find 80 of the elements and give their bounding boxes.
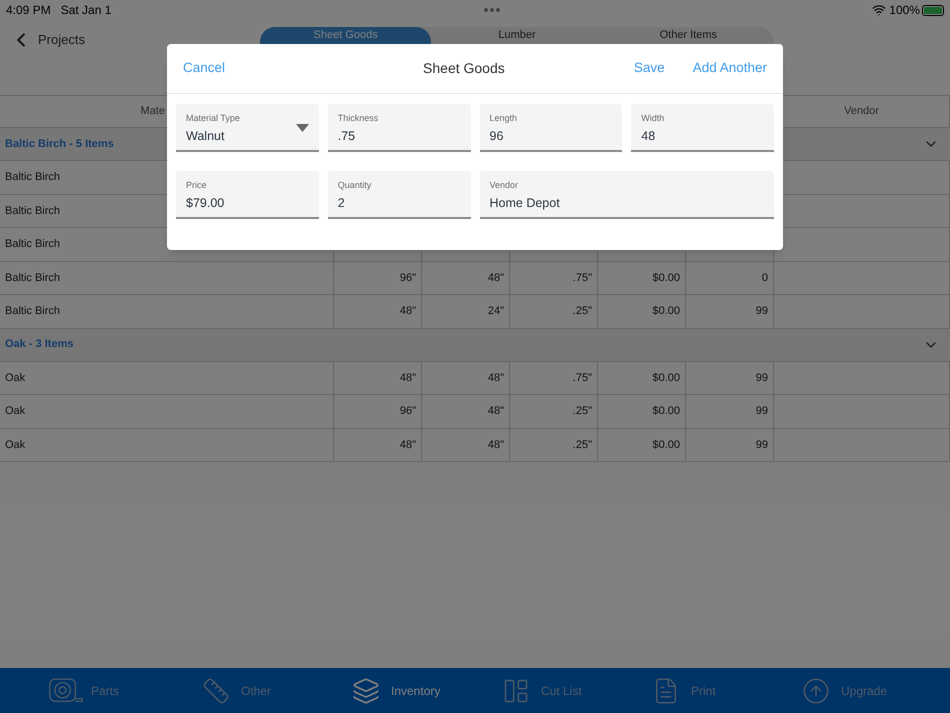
segment-tab[interactable]: Lumber — [431, 27, 603, 57]
table-cell-text: 48" — [488, 370, 504, 386]
bottom-tab[interactable]: Inventory — [349, 676, 451, 704]
status-time: 4:09 PM — [6, 2, 51, 19]
table-cell-text: 48" — [400, 438, 416, 452]
group-header[interactable]: Oak - 3 Items — [0, 328, 950, 362]
field-label: Vendor — [490, 179, 520, 191]
table-cell-text: .25" — [572, 438, 592, 452]
input-field[interactable]: Width 48 — [631, 104, 774, 152]
field-value: 2 — [338, 196, 345, 210]
segment-tab[interactable]: Other Items — [602, 27, 774, 57]
battery-percent: 100% — [889, 2, 920, 19]
table-cell-text: .75" — [572, 370, 592, 386]
bottom-tab[interactable]: Cut List — [499, 676, 601, 704]
field-value: Walnut — [186, 129, 224, 143]
table-cell-text: 99 — [756, 304, 768, 319]
column-header: Vendor — [844, 104, 879, 120]
table-cell-text: Oak — [5, 438, 26, 452]
table-cell-text: $0.00 — [652, 370, 680, 386]
table-cell-text: 96" — [400, 404, 416, 419]
battery-icon — [922, 4, 944, 16]
table-cell-text: 0 — [762, 270, 768, 286]
input-field[interactable]: Vendor Home Depot — [480, 171, 774, 219]
table-cell-text: Baltic Birch — [5, 170, 60, 185]
table-cell-text: Oak — [5, 370, 26, 386]
material-type-select[interactable]: Material Type Walnut — [176, 104, 319, 152]
field-label: Length — [490, 112, 518, 124]
bottom-tab[interactable]: Parts — [49, 676, 151, 704]
table-cell-text: .75" — [572, 270, 592, 286]
field-label: Material Type — [186, 112, 241, 124]
input-field[interactable]: Length 96 — [480, 104, 622, 152]
table-cell-text: 99 — [756, 438, 768, 452]
save-link[interactable]: Save — [634, 58, 665, 79]
field-value: $79.00 — [186, 196, 224, 210]
table-cell-text: $0.00 — [652, 304, 680, 319]
cancel-link[interactable]: Cancel — [183, 58, 226, 79]
field-value: .75 — [338, 129, 356, 143]
dialog-title: Sheet Goods — [423, 59, 505, 78]
table-cell-text: 99 — [756, 370, 768, 386]
table-cell-text: .25" — [572, 304, 592, 319]
group-title: Baltic Birch - 5 Items — [5, 136, 114, 152]
field-label: Quantity — [338, 179, 372, 191]
group-title: Oak - 3 Items — [5, 337, 74, 352]
table-cell-text: .25" — [572, 404, 592, 419]
wifi-icon — [872, 3, 886, 17]
table-cell-text: 48" — [488, 438, 504, 452]
field-value: 96 — [490, 129, 504, 143]
bottom-tab[interactable]: Print — [649, 676, 751, 704]
table-cell-text: $0.00 — [652, 438, 680, 452]
back-button[interactable]: Projects — [10, 29, 85, 51]
status-date: Sat Jan 1 — [60, 2, 112, 19]
bottom-tab[interactable]: Upgrade — [799, 676, 901, 704]
dropdown-caret-icon — [296, 124, 309, 132]
table-cell-text: 96" — [400, 270, 416, 286]
table-cell-text: $0.00 — [652, 404, 680, 419]
table-cell-text: Baltic Birch — [5, 204, 60, 218]
input-field[interactable]: Price $79.00 — [176, 171, 319, 219]
input-field[interactable]: Quantity 2 — [328, 171, 470, 219]
bottom-tab[interactable]: Other — [199, 676, 301, 704]
field-label: Price — [186, 179, 208, 191]
table-cell-text: Baltic Birch — [5, 237, 60, 252]
table-cell-text: Baltic Birch — [5, 304, 60, 319]
field-value: Home Depot — [490, 196, 560, 210]
add-another-link[interactable]: Add Another — [692, 58, 767, 79]
table-cell-text: Oak — [5, 404, 26, 419]
table-cell-text: 99 — [756, 404, 768, 419]
field-value: 48 — [641, 129, 656, 143]
input-field[interactable]: Thickness .75 — [328, 104, 470, 152]
table-cell-text: 48" — [400, 370, 416, 386]
table-cell-text: 24" — [488, 304, 504, 319]
column-header: Mate — [140, 104, 165, 120]
table-cell-text: 48" — [488, 404, 504, 419]
table-cell-text: 48" — [488, 270, 504, 286]
tape-measure-icon — [49, 676, 83, 704]
field-label: Thickness — [338, 112, 380, 124]
field-label: Width — [641, 112, 666, 124]
table-cell-text: $0.00 — [652, 270, 680, 286]
table-cell-text: Baltic Birch — [5, 270, 60, 286]
table-cell-text: 48" — [400, 304, 416, 319]
more-dots-icon — [484, 8, 500, 12]
